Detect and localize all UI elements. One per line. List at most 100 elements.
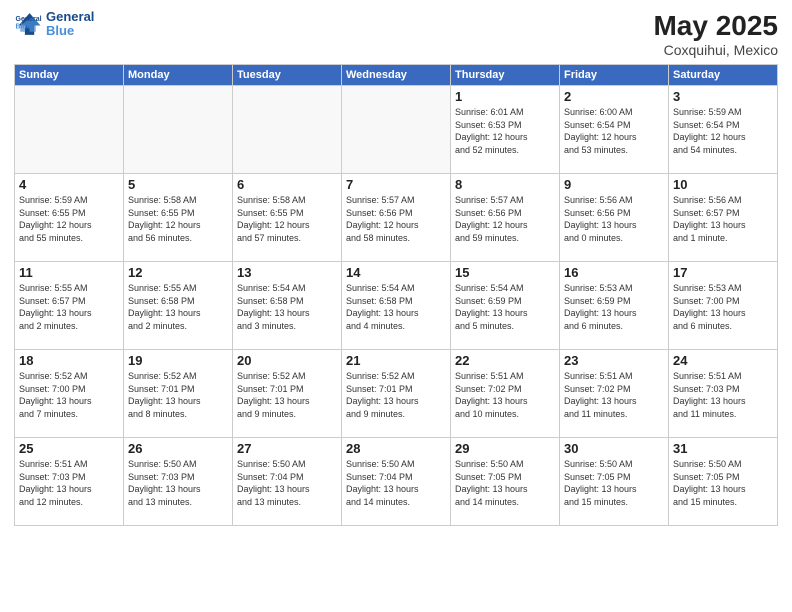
day-number: 24 <box>673 353 773 368</box>
day-info: Sunrise: 5:51 AM Sunset: 7:03 PM Dayligh… <box>19 458 119 508</box>
day-number: 17 <box>673 265 773 280</box>
day-number: 12 <box>128 265 228 280</box>
day-of-week-header: Friday <box>560 65 669 86</box>
calendar-cell <box>342 86 451 174</box>
day-number: 25 <box>19 441 119 456</box>
day-info: Sunrise: 5:57 AM Sunset: 6:56 PM Dayligh… <box>346 194 446 244</box>
day-number: 8 <box>455 177 555 192</box>
day-number: 13 <box>237 265 337 280</box>
calendar-cell: 27 Sunrise: 5:50 AM Sunset: 7:04 PM Dayli… <box>233 438 342 526</box>
day-info: Sunrise: 6:00 AM Sunset: 6:54 PM Dayligh… <box>564 106 664 156</box>
svg-text:Blue: Blue <box>16 24 31 31</box>
day-number: 19 <box>128 353 228 368</box>
day-number: 31 <box>673 441 773 456</box>
calendar-cell: 24 Sunrise: 5:51 AM Sunset: 7:03 PM Dayli… <box>669 350 778 438</box>
day-info: Sunrise: 5:50 AM Sunset: 7:03 PM Dayligh… <box>128 458 228 508</box>
day-of-week-header: Sunday <box>15 65 124 86</box>
day-number: 6 <box>237 177 337 192</box>
logo-text-general: General <box>46 10 94 24</box>
day-info: Sunrise: 5:52 AM Sunset: 7:00 PM Dayligh… <box>19 370 119 420</box>
day-info: Sunrise: 5:50 AM Sunset: 7:05 PM Dayligh… <box>564 458 664 508</box>
day-info: Sunrise: 5:50 AM Sunset: 7:05 PM Dayligh… <box>455 458 555 508</box>
day-info: Sunrise: 5:58 AM Sunset: 6:55 PM Dayligh… <box>237 194 337 244</box>
day-of-week-header: Thursday <box>451 65 560 86</box>
day-info: Sunrise: 5:52 AM Sunset: 7:01 PM Dayligh… <box>237 370 337 420</box>
calendar-cell: 20Sunrise: 5:52 AM Sunset: 7:01 PM Dayli… <box>233 350 342 438</box>
calendar-cell: 13 Sunrise: 5:54 AM Sunset: 6:58 PM Dayli… <box>233 262 342 350</box>
day-number: 23 <box>564 353 664 368</box>
day-number: 7 <box>346 177 446 192</box>
day-info: Sunrise: 5:57 AM Sunset: 6:56 PM Dayligh… <box>455 194 555 244</box>
day-number: 21 <box>346 353 446 368</box>
calendar-week-row: 18 Sunrise: 5:52 AM Sunset: 7:00 PM Dayli… <box>15 350 778 438</box>
day-number: 18 <box>19 353 119 368</box>
day-info: Sunrise: 5:55 AM Sunset: 6:57 PM Dayligh… <box>19 282 119 332</box>
day-info: Sunrise: 5:58 AM Sunset: 6:55 PM Dayligh… <box>128 194 228 244</box>
calendar-cell: 30 Sunrise: 5:50 AM Sunset: 7:05 PM Dayli… <box>560 438 669 526</box>
day-info: Sunrise: 5:54 AM Sunset: 6:58 PM Dayligh… <box>237 282 337 332</box>
day-number: 27 <box>237 441 337 456</box>
day-number: 26 <box>128 441 228 456</box>
day-number: 14 <box>346 265 446 280</box>
calendar-cell: 16 Sunrise: 5:53 AM Sunset: 6:59 PM Dayli… <box>560 262 669 350</box>
calendar-cell: 11 Sunrise: 5:55 AM Sunset: 6:57 PM Dayli… <box>15 262 124 350</box>
day-info: Sunrise: 5:53 AM Sunset: 6:59 PM Dayligh… <box>564 282 664 332</box>
day-of-week-header: Tuesday <box>233 65 342 86</box>
day-number: 29 <box>455 441 555 456</box>
day-number: 4 <box>19 177 119 192</box>
day-info: Sunrise: 5:56 AM Sunset: 6:57 PM Dayligh… <box>673 194 773 244</box>
day-of-week-header: Monday <box>124 65 233 86</box>
day-info: Sunrise: 5:56 AM Sunset: 6:56 PM Dayligh… <box>564 194 664 244</box>
calendar-cell: 17Sunrise: 5:53 AM Sunset: 7:00 PM Dayli… <box>669 262 778 350</box>
day-number: 9 <box>564 177 664 192</box>
calendar-cell: 10 Sunrise: 5:56 AM Sunset: 6:57 PM Dayli… <box>669 174 778 262</box>
day-number: 11 <box>19 265 119 280</box>
day-info: Sunrise: 5:54 AM Sunset: 6:58 PM Dayligh… <box>346 282 446 332</box>
calendar-cell: 5 Sunrise: 5:58 AM Sunset: 6:55 PM Daylig… <box>124 174 233 262</box>
day-number: 1 <box>455 89 555 104</box>
main-title: May 2025 <box>653 10 778 42</box>
day-info: Sunrise: 5:52 AM Sunset: 7:01 PM Dayligh… <box>128 370 228 420</box>
day-number: 2 <box>564 89 664 104</box>
calendar-cell <box>15 86 124 174</box>
page-container: General Blue General Blue May 2025 Coxqu… <box>0 0 792 612</box>
calendar-header-row: SundayMondayTuesdayWednesdayThursdayFrid… <box>15 65 778 86</box>
day-number: 16 <box>564 265 664 280</box>
calendar-cell: 22 Sunrise: 5:51 AM Sunset: 7:02 PM Dayli… <box>451 350 560 438</box>
calendar-cell: 4Sunrise: 5:59 AM Sunset: 6:55 PM Daylig… <box>15 174 124 262</box>
calendar-cell: 18 Sunrise: 5:52 AM Sunset: 7:00 PM Dayli… <box>15 350 124 438</box>
day-info: Sunrise: 5:50 AM Sunset: 7:04 PM Dayligh… <box>346 458 446 508</box>
day-info: Sunrise: 5:51 AM Sunset: 7:03 PM Dayligh… <box>673 370 773 420</box>
calendar-cell: 1Sunrise: 6:01 AM Sunset: 6:53 PM Daylig… <box>451 86 560 174</box>
calendar-cell: 9 Sunrise: 5:56 AM Sunset: 6:56 PM Daylig… <box>560 174 669 262</box>
calendar-cell: 6 Sunrise: 5:58 AM Sunset: 6:55 PM Daylig… <box>233 174 342 262</box>
svg-text:General: General <box>16 16 42 23</box>
logo-icon: General Blue <box>14 10 42 38</box>
calendar-cell: 25 Sunrise: 5:51 AM Sunset: 7:03 PM Dayli… <box>15 438 124 526</box>
title-section: May 2025 Coxquihui, Mexico <box>653 10 778 58</box>
day-number: 3 <box>673 89 773 104</box>
day-info: Sunrise: 5:50 AM Sunset: 7:04 PM Dayligh… <box>237 458 337 508</box>
calendar-cell <box>124 86 233 174</box>
day-info: Sunrise: 5:54 AM Sunset: 6:59 PM Dayligh… <box>455 282 555 332</box>
calendar-cell: 28Sunrise: 5:50 AM Sunset: 7:04 PM Dayli… <box>342 438 451 526</box>
day-number: 22 <box>455 353 555 368</box>
calendar-table: SundayMondayTuesdayWednesdayThursdayFrid… <box>14 64 778 526</box>
day-number: 5 <box>128 177 228 192</box>
calendar-cell: 12Sunrise: 5:55 AM Sunset: 6:58 PM Dayli… <box>124 262 233 350</box>
day-info: Sunrise: 5:51 AM Sunset: 7:02 PM Dayligh… <box>564 370 664 420</box>
day-of-week-header: Wednesday <box>342 65 451 86</box>
calendar-cell: 2 Sunrise: 6:00 AM Sunset: 6:54 PM Daylig… <box>560 86 669 174</box>
calendar-cell: 7 Sunrise: 5:57 AM Sunset: 6:56 PM Daylig… <box>342 174 451 262</box>
day-number: 30 <box>564 441 664 456</box>
calendar-cell <box>233 86 342 174</box>
day-info: Sunrise: 5:52 AM Sunset: 7:01 PM Dayligh… <box>346 370 446 420</box>
calendar-cell: 19 Sunrise: 5:52 AM Sunset: 7:01 PM Dayli… <box>124 350 233 438</box>
day-number: 10 <box>673 177 773 192</box>
logo: General Blue General Blue <box>14 10 94 39</box>
logo-text-blue: Blue <box>46 24 94 38</box>
calendar-cell: 29 Sunrise: 5:50 AM Sunset: 7:05 PM Dayli… <box>451 438 560 526</box>
calendar-cell: 23 Sunrise: 5:51 AM Sunset: 7:02 PM Dayli… <box>560 350 669 438</box>
calendar-cell: 26 Sunrise: 5:50 AM Sunset: 7:03 PM Dayli… <box>124 438 233 526</box>
day-info: Sunrise: 5:51 AM Sunset: 7:02 PM Dayligh… <box>455 370 555 420</box>
